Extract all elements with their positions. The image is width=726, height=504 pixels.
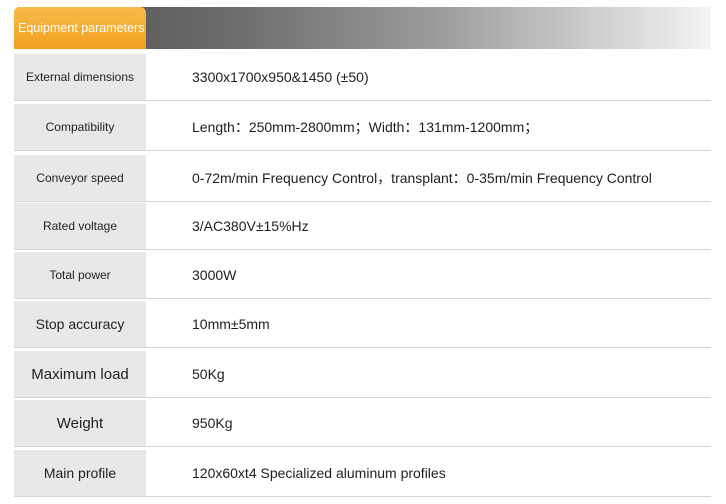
table-row: Stop accuracy 10mm±5mm	[14, 301, 711, 348]
row-label: Conveyor speed	[14, 155, 146, 201]
row-label: Stop accuracy	[14, 301, 146, 347]
table-row: Compatibility Length：250mm-2800mm；Width：…	[14, 104, 711, 151]
table-row: Weight 950Kg	[14, 400, 711, 447]
row-label: Weight	[14, 400, 146, 446]
row-label: Maximum load	[14, 351, 146, 397]
table-row: Rated voltage 3/AC380V±15%Hz	[14, 203, 711, 250]
row-value: 3000W	[192, 267, 237, 283]
row-value: 950Kg	[192, 415, 233, 431]
row-label: Main profile	[14, 450, 146, 496]
row-value: 3/AC380V±15%Hz	[192, 218, 309, 234]
row-value: 50Kg	[192, 366, 225, 382]
row-value: Length：250mm-2800mm；Width：131mm-1200mm；	[192, 119, 539, 135]
table-row: Total power 3000W	[14, 252, 711, 299]
row-label: External dimensions	[14, 54, 146, 100]
row-value: 120x60xt4 Specialized aluminum profiles	[192, 465, 446, 481]
table-row: Main profile 120x60xt4 Specialized alumi…	[14, 450, 711, 497]
section-title-tab: Equipment parameters	[14, 7, 146, 49]
table-row: External dimensions 3300x1700x950&1450 (…	[14, 54, 711, 101]
table-row: Conveyor speed 0-72m/min Frequency Contr…	[14, 155, 711, 202]
row-value: 3300x1700x950&1450 (±50)	[192, 69, 369, 85]
row-value: 10mm±5mm	[192, 316, 270, 332]
table-row: Maximum load 50Kg	[14, 351, 711, 398]
row-value: 0-72m/min Frequency Control，transplant：0…	[192, 170, 652, 186]
row-label: Compatibility	[14, 104, 146, 150]
row-label: Total power	[14, 252, 146, 298]
row-label: Rated voltage	[14, 203, 146, 249]
